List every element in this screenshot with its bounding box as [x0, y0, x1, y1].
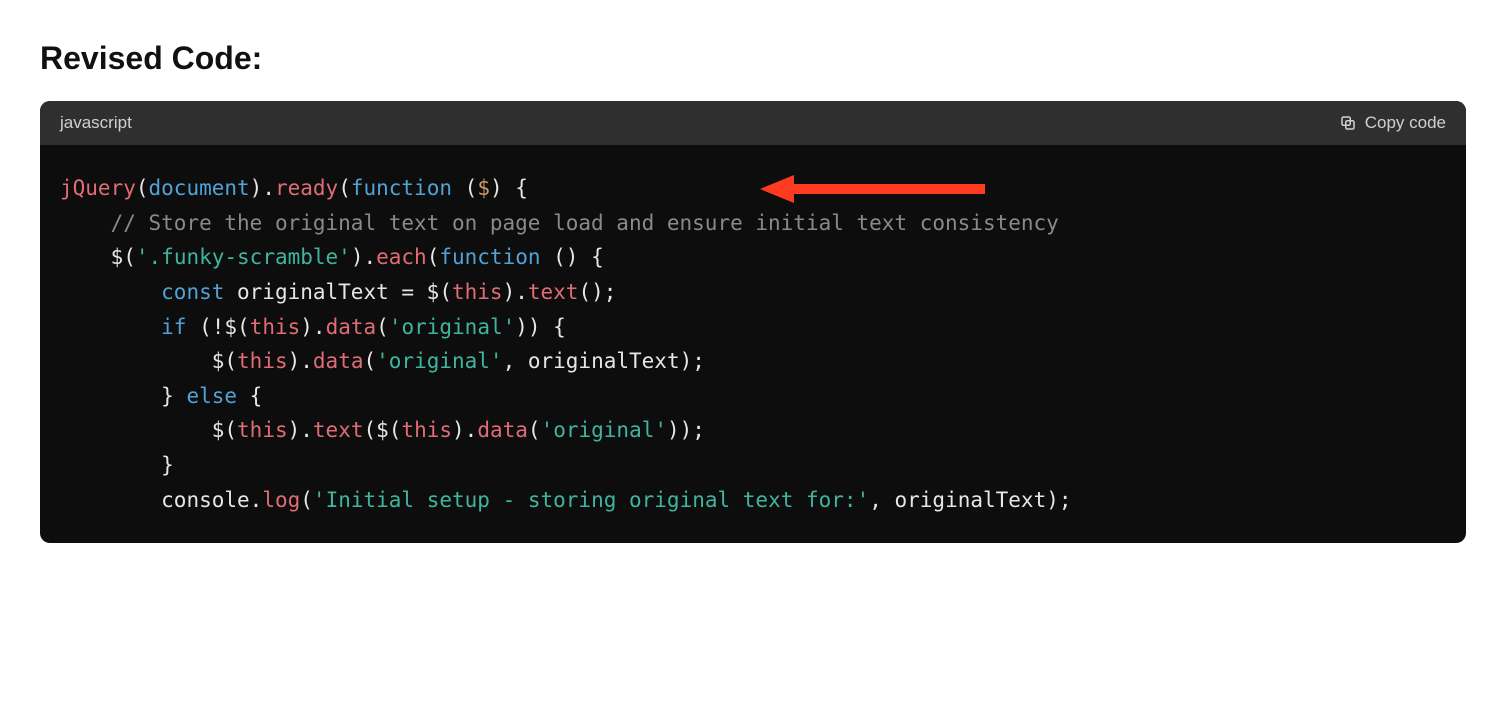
code-block: javascript Copy code jQuery(document).re…: [40, 101, 1466, 543]
language-label: javascript: [60, 113, 132, 133]
section-heading: Revised Code:: [40, 40, 1466, 77]
copy-code-label: Copy code: [1365, 113, 1446, 133]
code-body[interactable]: jQuery(document).ready(function ($) { //…: [40, 145, 1466, 543]
copy-icon: [1339, 114, 1357, 132]
code-header: javascript Copy code: [40, 101, 1466, 145]
code-content: jQuery(document).ready(function ($) { //…: [60, 171, 1446, 517]
copy-code-button[interactable]: Copy code: [1339, 113, 1446, 133]
